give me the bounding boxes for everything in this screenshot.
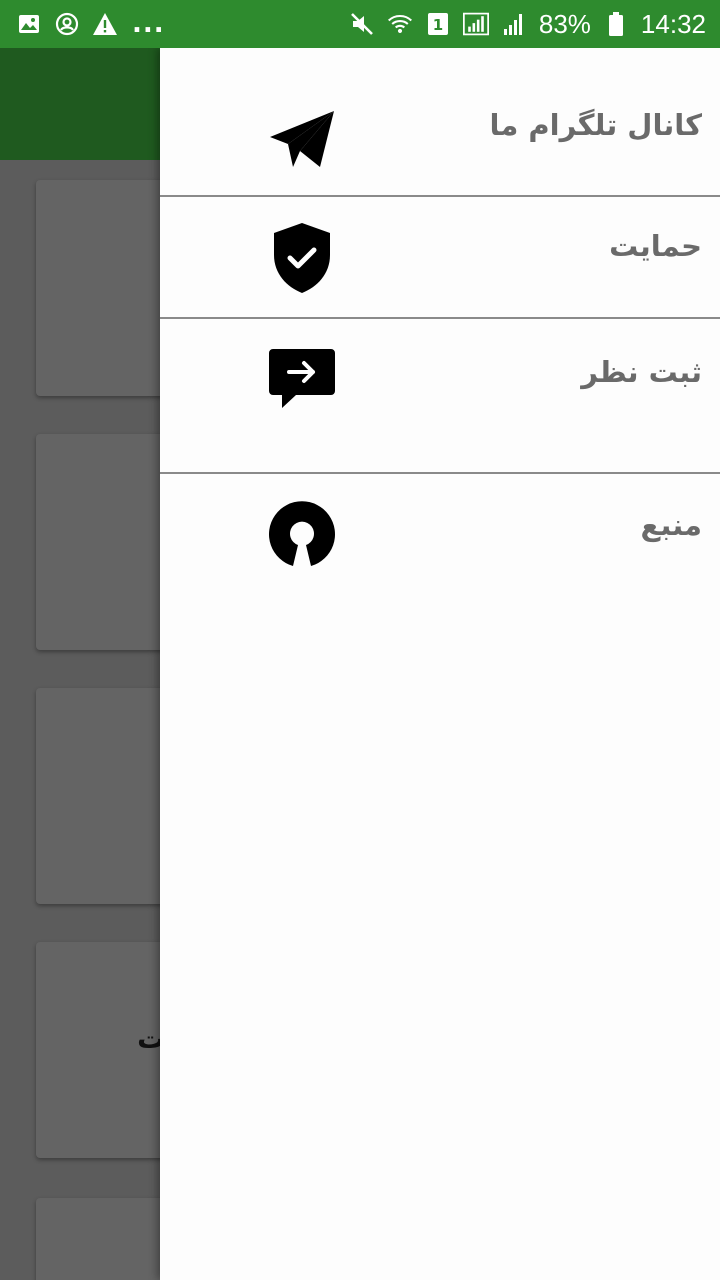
wifi-icon [387,11,413,37]
drawer-item-label: کانال تلگرام ما [489,108,702,142]
notification-overflow: ... [132,9,165,39]
account-circle-icon [54,11,80,37]
drawer-item-source[interactable]: منبع [160,474,720,634]
sim-1-icon: 1 [425,11,451,37]
battery-percentage: 83% [538,8,591,39]
drawer-item-label: منبع [640,508,702,542]
svg-text:1: 1 [433,16,443,34]
drawer-item-label: ثبت نظر [581,355,702,389]
status-bar-system: 1 83% 14:32 [349,9,706,40]
drawer-item-support[interactable]: حمایت [160,197,720,319]
signal-weak-icon [501,11,527,37]
clock: 14:32 [640,8,706,39]
battery-icon [603,11,629,37]
comment-arrow-icon [268,347,336,411]
navigation-drawer: کانال تلگرام ما حمایت ثبت نظر منبع [160,48,720,1280]
shield-check-icon [268,221,336,295]
signal-icon [462,11,489,37]
drawer-item-telegram-channel[interactable]: کانال تلگرام ما [160,48,720,197]
open-source-icon [268,500,336,568]
status-bar-notifications: ... [16,11,165,37]
telegram-icon [268,106,336,174]
status-bar: ... 1 83% 14:32 [0,0,720,48]
drawer-item-label: حمایت [609,229,702,263]
mute-icon [349,11,375,37]
gallery-icon [16,11,42,37]
warning-icon [92,11,118,37]
drawer-item-submit-feedback[interactable]: ثبت نظر [160,319,720,474]
